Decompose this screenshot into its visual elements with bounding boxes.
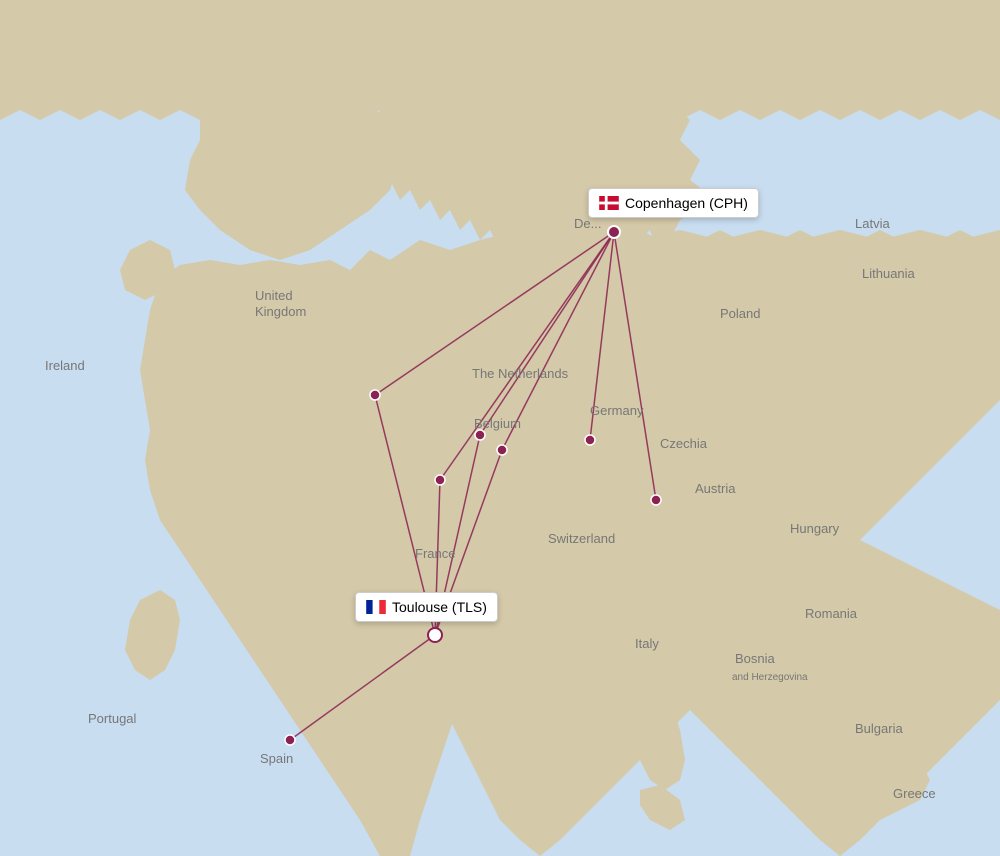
map-container: Ireland United Kingdom The Netherlands B… [0,0,1000,856]
france-flag [366,600,386,614]
svg-text:Austria: Austria [695,481,736,496]
copenhagen-label-text: Copenhagen (CPH) [625,195,748,211]
toulouse-label: Toulouse (TLS) [355,592,498,622]
svg-text:Belgium: Belgium [474,416,521,431]
svg-text:Bulgaria: Bulgaria [855,721,903,736]
svg-text:United: United [255,288,293,303]
svg-text:Greece: Greece [893,786,936,801]
copenhagen-label: Copenhagen (CPH) [588,188,759,218]
svg-text:Ireland: Ireland [45,358,85,373]
svg-text:De...: De... [574,216,601,231]
svg-text:Italy: Italy [635,636,659,651]
denmark-flag [599,196,619,210]
svg-text:The Netherlands: The Netherlands [472,366,569,381]
toulouse-label-text: Toulouse (TLS) [392,599,487,615]
svg-text:Germany: Germany [590,403,644,418]
svg-text:Latvia: Latvia [855,216,890,231]
svg-text:and Herzegovina: and Herzegovina [732,672,808,683]
svg-text:Bosnia: Bosnia [735,651,776,666]
svg-text:Poland: Poland [720,306,760,321]
svg-text:Czechia: Czechia [660,436,708,451]
svg-text:Switzerland: Switzerland [548,531,615,546]
svg-text:Romania: Romania [805,606,858,621]
svg-text:Lithuania: Lithuania [862,266,916,281]
svg-text:Kingdom: Kingdom [255,304,306,319]
svg-text:Spain: Spain [260,751,293,766]
svg-text:France: France [415,546,455,561]
svg-text:Portugal: Portugal [88,711,137,726]
svg-text:Hungary: Hungary [790,521,840,536]
